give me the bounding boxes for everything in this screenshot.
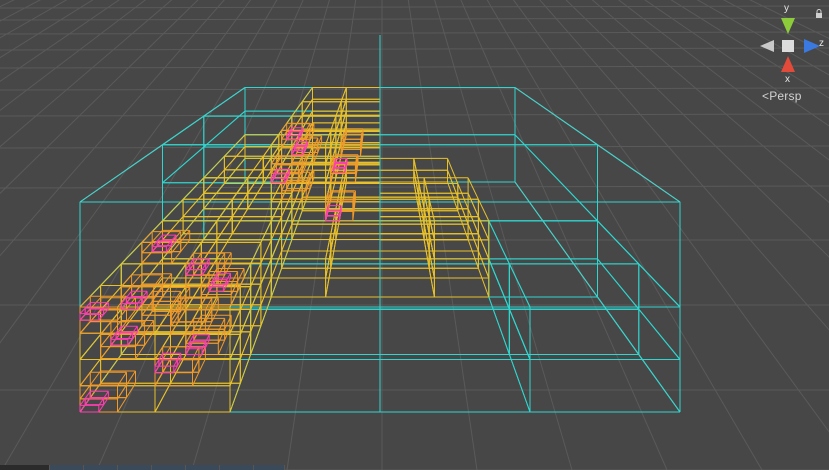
octree-node-box — [291, 101, 342, 132]
scene-viewport[interactable] — [0, 0, 829, 470]
projection-label: Persp — [769, 89, 802, 103]
octree-node-box — [100, 286, 187, 335]
octree-node-box — [330, 223, 381, 269]
octree-node-box — [508, 308, 681, 413]
grid-line — [0, 0, 68, 39]
grid-line — [0, 0, 225, 257]
strip-tab[interactable] — [117, 465, 152, 470]
bottom-tab-strip — [0, 465, 285, 470]
octree-node-box — [189, 334, 210, 348]
lock-icon[interactable] — [815, 9, 823, 18]
octree-node-box — [189, 258, 210, 271]
axis-y-label: y — [784, 3, 789, 14]
grid-line — [0, 0, 199, 195]
octree-node-box — [156, 234, 177, 247]
axis-x-label: x — [785, 74, 790, 85]
octree-node-box — [379, 208, 430, 252]
grid-line — [460, 0, 668, 470]
octree-node-box — [89, 370, 136, 399]
octree-node-box — [428, 250, 490, 298]
axis-y-cone[interactable] — [781, 18, 795, 34]
octree-node-box — [270, 250, 332, 298]
octree-node-box — [379, 250, 435, 298]
projection-toggle[interactable]: <Persp — [762, 89, 802, 103]
octree-node-box — [203, 169, 264, 210]
grid-line — [0, 0, 120, 82]
octree-wireframe — [79, 35, 681, 413]
grid-line — [286, 0, 357, 470]
strip-tab[interactable] — [253, 465, 285, 470]
octree-node-box — [115, 325, 138, 340]
grid-line — [0, 0, 15, 8]
octree-node-box — [84, 390, 109, 406]
ground-grid — [0, 0, 829, 470]
octree-node-box — [379, 308, 531, 413]
strip-tab[interactable] — [151, 465, 186, 470]
grid-line — [0, 145, 829, 149]
strip-tab[interactable] — [219, 465, 254, 470]
octree-node-box — [125, 290, 148, 304]
gizmo-center-cube[interactable] — [782, 40, 794, 52]
grid-line — [0, 31, 829, 35]
grid-line — [0, 17, 829, 21]
strip-tab[interactable] — [49, 465, 84, 470]
axis-x-cone[interactable] — [781, 56, 795, 72]
axis-z-label: z — [819, 38, 824, 49]
octree-node-box — [79, 333, 171, 387]
octree-node-box — [428, 216, 490, 260]
octree-node-box — [379, 87, 598, 222]
strip-tab[interactable] — [185, 465, 220, 470]
axis-neg-x-cone[interactable] — [760, 40, 774, 52]
strip-tab[interactable] — [0, 465, 50, 470]
octree-node-box — [223, 134, 280, 171]
grid-line — [0, 5, 829, 9]
grid-line — [0, 87, 829, 91]
grid-line — [0, 65, 829, 69]
octree-node-box — [379, 144, 681, 308]
grid-line — [96, 0, 304, 470]
octree-node-box — [229, 308, 381, 413]
grid-line — [0, 47, 829, 51]
octree-node-box — [379, 223, 430, 269]
strip-tab[interactable] — [83, 465, 118, 470]
octree-node-box — [193, 314, 232, 341]
octree-node-box — [158, 352, 182, 367]
octree-node-box — [335, 101, 381, 132]
octree-node-box — [325, 250, 381, 298]
axis-z-cone[interactable] — [804, 39, 820, 53]
octree-node-box — [340, 98, 381, 130]
octree-node-box — [379, 169, 420, 212]
grid-line — [407, 0, 478, 470]
